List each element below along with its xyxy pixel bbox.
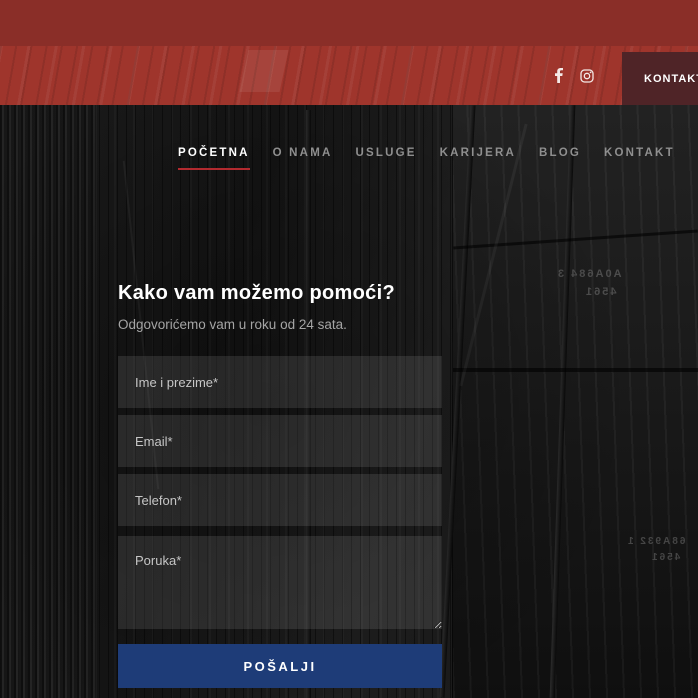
nav-item-karijera[interactable]: KARIJERA <box>440 147 516 170</box>
facebook-icon[interactable] <box>551 68 566 83</box>
nav-item-pocetna[interactable]: POČETNA <box>178 147 250 170</box>
instagram-icon[interactable] <box>579 68 594 83</box>
email-input[interactable] <box>118 415 442 467</box>
phone-input[interactable] <box>118 474 442 526</box>
top-bar <box>0 0 698 46</box>
main-nav: POČETNA O NAMA USLUGE KARIJERA BLOG KONT… <box>178 147 698 170</box>
social-links <box>551 46 594 105</box>
name-input[interactable] <box>118 356 442 408</box>
message-textarea[interactable] <box>118 536 442 629</box>
nav-item-blog[interactable]: BLOG <box>539 147 581 170</box>
nav-item-o-nama[interactable]: O NAMA <box>273 147 333 170</box>
contact-button[interactable]: KONTAKT <box>622 52 698 105</box>
form-title: Kako vam možemo pomoći? <box>118 282 442 305</box>
nav-item-usluge[interactable]: USLUGE <box>355 147 416 170</box>
submit-button[interactable]: POŠALJI <box>118 644 442 688</box>
contact-form: Kako vam možemo pomoći? Odgovorićemo vam… <box>118 282 442 688</box>
form-subtitle: Odgovorićemo vam u roku od 24 sata. <box>118 317 442 332</box>
page: A0A684 3 4561 68A932 1 4561 KONTAKT <box>0 0 698 698</box>
header-band: KONTAKT <box>0 46 698 105</box>
nav-item-kontakt[interactable]: KONTAKT <box>604 147 675 170</box>
band-texture <box>240 50 289 92</box>
